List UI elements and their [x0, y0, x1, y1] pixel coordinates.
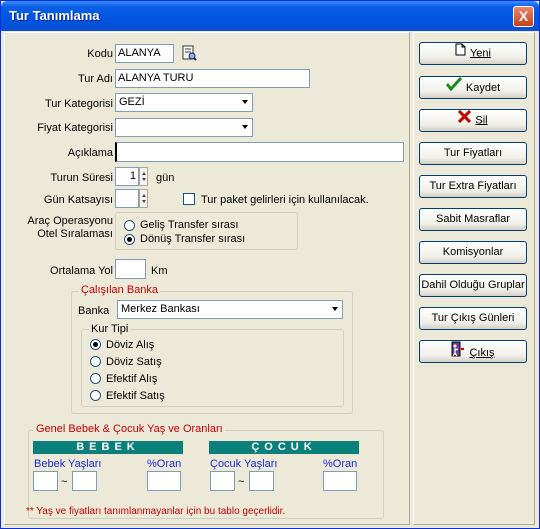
tur-cikis-gunleri-button[interactable]: Tur Çıkış Günleri [419, 307, 527, 330]
transfer-order-group: Geliş Transfer sırası Dönüş Transfer sır… [115, 212, 298, 250]
calisilan-banka-title: Çalışılan Banka [79, 284, 161, 296]
tur-adi-input[interactable]: ALANYA TURU [115, 69, 310, 88]
gun-katsayisi-label: Gün Katsayısı [43, 194, 113, 206]
gelis-transfer-radio[interactable] [124, 220, 135, 231]
fiyat-kategori-select[interactable] [115, 118, 253, 137]
title-bar: Tur Tanımlama X [1, 1, 539, 31]
banka-value: Merkez Bankası [121, 303, 200, 315]
tur-extra-fiyatlari-button[interactable]: Tur Extra Fiyatları [419, 175, 527, 198]
form-panel: Kodu ALANYA Tur Adı ALANYA TURU Tur Kate… [4, 32, 410, 525]
dahil-oldugu-gruplar-label: Dahil Olduğu Gruplar [421, 279, 525, 291]
kodu-label: Kodu [87, 48, 113, 60]
doviz-alis-label: Döviz Alış [106, 339, 155, 351]
efektif-satis-label: Efektif Satış [106, 390, 165, 402]
tur-cikis-gunleri-label: Tur Çıkış Günleri [431, 312, 515, 324]
komisyonlar-button[interactable]: Komisyonlar [419, 241, 527, 264]
tur-kategori-label: Tur Kategorisi [44, 98, 113, 110]
doviz-alis-radio[interactable] [90, 339, 101, 350]
gelis-transfer-label: Geliş Transfer sırası [140, 219, 239, 231]
tilde-separator: ~ [61, 476, 68, 488]
yeni-label: Yeni [469, 47, 491, 60]
sabit-masraflar-label: Sabit Masraflar [436, 213, 510, 225]
spin-up-icon[interactable] [142, 172, 146, 175]
action-button-panel: Yeni Kaydet Sil Tur Fiyatları Tur Extra … [413, 32, 535, 525]
gun-unit-label: gün [156, 172, 175, 184]
banka-select[interactable]: Merkez Bankası [117, 300, 343, 319]
km-unit-label: Km [151, 265, 168, 277]
sabit-masraflar-button[interactable]: Sabit Masraflar [419, 208, 527, 231]
donus-transfer-radio[interactable] [124, 234, 135, 245]
aciklama-label: Açıklama [67, 147, 113, 159]
bebek-yaslari-label: Bebek Yaşları [34, 458, 102, 470]
spin-down-icon[interactable] [142, 178, 146, 181]
tur-tanimlama-window: Tur Tanımlama X Kodu ALANYA Tur Adı ALAN… [0, 0, 540, 529]
dropdown-arrow-icon [332, 307, 338, 311]
kaydet-button[interactable]: Kaydet [419, 76, 527, 99]
efektif-satis-radio[interactable] [90, 390, 101, 401]
sil-label: Sil [475, 114, 488, 127]
bebek-yas-min-input[interactable] [33, 471, 58, 491]
cocuk-yas-max-input[interactable] [249, 471, 274, 491]
bebek-yas-max-input[interactable] [72, 471, 97, 491]
turun-suresi-label: Turun Süresi [50, 172, 113, 184]
cocuk-yaslari-label: Çocuk Yaşları [210, 458, 278, 470]
window-title: Tur Tanımlama [9, 8, 100, 23]
cocuk-yas-min-input[interactable] [210, 471, 235, 491]
yeni-button[interactable]: Yeni [419, 42, 527, 65]
bebek-cocuk-title: Genel Bebek & Çocuk Yaş ve Oranları [34, 423, 225, 435]
tur-adi-label: Tur Adı [77, 73, 113, 85]
spin-down-icon[interactable] [142, 200, 146, 203]
lookup-icon[interactable] [181, 45, 197, 64]
tur-paket-checkbox[interactable] [183, 193, 195, 205]
turun-suresi-input[interactable]: 1 [115, 167, 139, 186]
bebek-oran-label: %Oran [147, 458, 182, 470]
tur-kategori-value: GEZİ [119, 96, 145, 108]
delete-x-icon [458, 109, 472, 131]
cocuk-oran-input[interactable] [323, 471, 357, 491]
dropdown-arrow-icon [242, 100, 248, 104]
komisyonlar-label: Komisyonlar [442, 246, 504, 258]
new-document-icon [455, 43, 466, 64]
tur-fiyatlari-button[interactable]: Tur Fiyatları [419, 142, 527, 165]
cikis-label: Çıkış [469, 346, 495, 359]
close-icon: X [518, 8, 529, 24]
banka-label: Banka [78, 305, 110, 317]
exit-door-icon [451, 341, 465, 365]
aciklama-input[interactable] [115, 142, 404, 162]
kaydet-label: Kaydet [465, 81, 501, 94]
ortalama-yol-label: Ortalama Yol [50, 265, 113, 277]
tur-fiyatlari-label: Tur Fiyatları [443, 147, 503, 159]
dropdown-arrow-icon [242, 125, 248, 129]
tur-paket-checkbox-label: Tur paket gelirleri için kullanılacak. [201, 194, 369, 206]
dahil-oldugu-gruplar-button[interactable]: Dahil Olduğu Gruplar [419, 274, 527, 297]
bebek-oran-input[interactable] [147, 471, 181, 491]
gun-katsayisi-spinner[interactable] [139, 189, 148, 208]
tur-extra-fiyatlari-label: Tur Extra Fiyatları [429, 180, 517, 192]
fiyat-kategori-label: Fiyat Kategorisi [37, 122, 113, 134]
tur-kategori-select[interactable]: GEZİ [115, 93, 253, 112]
doviz-satis-radio[interactable] [90, 356, 101, 367]
doviz-satis-label: Döviz Satış [106, 356, 162, 368]
cocuk-header: ÇOCUK [209, 441, 359, 454]
kodu-input[interactable]: ALANYA [115, 44, 174, 63]
kur-tipi-title: Kur Tipi [89, 323, 131, 335]
efektif-alis-radio[interactable] [90, 373, 101, 384]
bebek-cocuk-note: ** Yaş ve fiyatları tanımlanmayanlar içi… [26, 506, 286, 517]
bebek-header: BEBEK [33, 441, 183, 454]
cocuk-oran-label: %Oran [323, 458, 358, 470]
checkmark-icon [445, 76, 462, 99]
efektif-alis-label: Efektif Alış [106, 373, 158, 385]
spin-up-icon[interactable] [142, 194, 146, 197]
donus-transfer-label: Dönüş Transfer sırası [140, 233, 246, 245]
close-button[interactable]: X [513, 6, 534, 27]
sil-button[interactable]: Sil [419, 109, 527, 132]
otel-siralamasi-label: Otel Sıralaması [37, 228, 113, 240]
gun-katsayisi-input[interactable] [115, 189, 139, 208]
turun-suresi-spinner[interactable] [139, 167, 148, 186]
arac-operasyonu-label: Araç Operasyonu [27, 215, 113, 227]
ortalama-yol-input[interactable] [115, 259, 146, 279]
tilde-separator: ~ [238, 476, 245, 488]
cikis-button[interactable]: Çıkış [419, 340, 527, 363]
